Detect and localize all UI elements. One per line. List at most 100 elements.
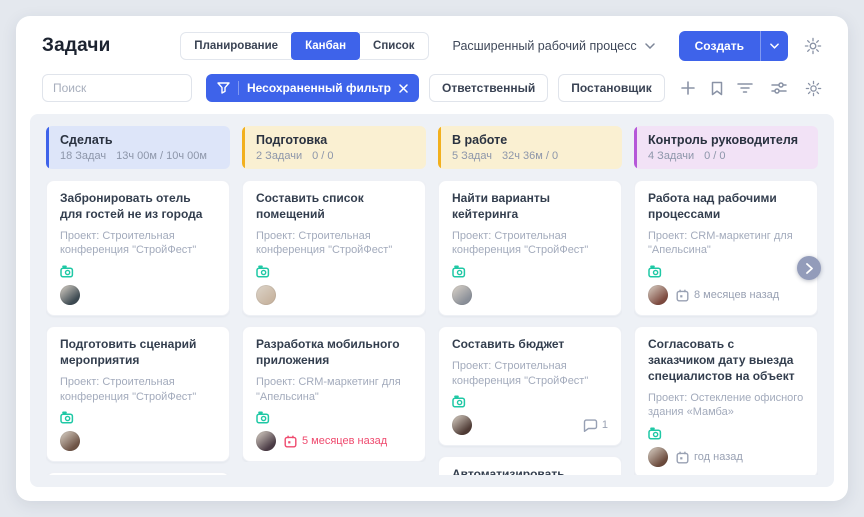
- assignee-avatar[interactable]: [452, 285, 472, 306]
- column-header[interactable]: В работе 5 Задач 32ч 36м / 0: [438, 126, 622, 169]
- task-footer: 1: [452, 415, 608, 436]
- plus-icon[interactable]: [680, 81, 695, 95]
- bookmark-icon[interactable]: [711, 81, 723, 96]
- calendar-icon: [676, 451, 689, 464]
- kanban-board: Сделать 18 Задач 13ч 00м / 10ч 00м Забро…: [30, 114, 834, 487]
- filter-creator-button[interactable]: Постановщик: [558, 74, 665, 102]
- active-filter-chip[interactable]: Несохраненный фильтр: [206, 74, 419, 102]
- kanban-column: Контроль руководителя 4 Задачи 0 / 0 Раб…: [634, 126, 818, 475]
- project-icon: [256, 265, 270, 278]
- task-title: Работа над рабочими процессами: [648, 191, 777, 221]
- assignee-avatar[interactable]: [256, 431, 276, 452]
- task-footer: 5 месяцев назад: [256, 431, 412, 452]
- chevron-down-icon: [770, 43, 779, 49]
- settings-gear-icon[interactable]: [804, 37, 822, 55]
- comment-icon: [583, 419, 598, 432]
- task-project: Проект: Строительная конференция "СтройФ…: [452, 359, 589, 387]
- search-input[interactable]: [42, 74, 192, 102]
- task-title: Составить список помещений: [256, 191, 364, 221]
- assignee-avatar[interactable]: [60, 285, 80, 306]
- column-title: В работе: [452, 133, 508, 147]
- filter-bar: Несохраненный фильтр Ответственный Поста…: [16, 70, 848, 114]
- column-time: 32ч 36м / 0: [501, 150, 559, 162]
- task-badges: [256, 410, 412, 424]
- column-task-count: 2 Задачи: [256, 150, 303, 162]
- column-header[interactable]: Сделать 18 Задач 13ч 00м / 10ч 00м: [46, 126, 230, 169]
- filter-responsible-button[interactable]: Ответственный: [428, 74, 549, 102]
- due-date-text: 8 месяцев назад: [694, 289, 780, 302]
- task-card[interactable]: Согласовать с заказчиком дату выезда спе…: [634, 326, 818, 475]
- chip-divider: [238, 81, 239, 95]
- filter-extra-icons: [680, 81, 723, 96]
- tab-list[interactable]: Список: [359, 32, 429, 60]
- project-icon: [60, 411, 74, 424]
- create-dropdown-button[interactable]: [760, 31, 788, 61]
- close-icon[interactable]: [399, 83, 408, 93]
- assignee-avatar[interactable]: [648, 285, 668, 306]
- due-date: 8 месяцев назад: [676, 289, 779, 302]
- task-card[interactable]: Автоматизировать коммуникации с клиентам…: [438, 456, 622, 475]
- column-header[interactable]: Подготовка 2 Задачи 0 / 0: [242, 126, 426, 169]
- assignee-avatar[interactable]: [60, 431, 80, 452]
- task-project: Проект: Строительная конференция "СтройФ…: [256, 229, 393, 257]
- column-stats: 4 Задачи 0 / 0: [648, 150, 806, 162]
- tasks-app-panel: Задачи Планирование Канбан Список Расшир…: [16, 16, 848, 501]
- task-badges: [452, 264, 608, 278]
- board-tools: [737, 80, 822, 97]
- project-icon: [256, 411, 270, 424]
- task-footer: [452, 285, 608, 306]
- topbar: Задачи Планирование Канбан Список Расшир…: [16, 16, 848, 70]
- task-card[interactable]: Найти варианты кейтеринга Проект: Строит…: [438, 180, 622, 317]
- project-icon: [60, 265, 74, 278]
- column-title: Контроль руководителя: [648, 133, 799, 147]
- column-cards: Забронировать отель для гостей не из гор…: [46, 180, 230, 475]
- kanban-column: Подготовка 2 Задачи 0 / 0 Составить спис…: [242, 126, 426, 475]
- project-icon: [648, 427, 662, 440]
- tab-kanban[interactable]: Канбан: [291, 32, 361, 60]
- assignee-avatar[interactable]: [648, 447, 668, 468]
- calendar-icon: [284, 435, 297, 448]
- due-date-text: год назад: [694, 451, 743, 464]
- assignee-avatar[interactable]: [452, 415, 472, 436]
- task-title: Подготовить сценарий мероприятия: [60, 337, 197, 367]
- task-card[interactable]: Разработка мобильного приложения Проект:…: [242, 326, 426, 463]
- column-time: 0 / 0: [312, 150, 334, 162]
- task-project: Проект: Строительная конференция "СтройФ…: [60, 375, 197, 403]
- project-icon: [452, 395, 466, 408]
- tab-planning[interactable]: Планирование: [180, 32, 293, 60]
- column-title: Сделать: [60, 133, 113, 147]
- create-button[interactable]: Создать: [678, 31, 760, 61]
- task-badges: [60, 410, 216, 424]
- workflow-selector[interactable]: Расширенный рабочий процесс: [453, 39, 655, 53]
- column-time: 0 / 0: [704, 150, 726, 162]
- tune-sliders-icon[interactable]: [771, 81, 787, 95]
- scroll-next-button[interactable]: [797, 256, 821, 280]
- task-card[interactable]: Составить список помещений Проект: Строи…: [242, 180, 426, 317]
- task-footer: год назад: [648, 447, 804, 468]
- task-title: Найти варианты кейтеринга: [452, 191, 550, 221]
- column-header[interactable]: Контроль руководителя 4 Задачи 0 / 0: [634, 126, 818, 169]
- column-cards: Составить список помещений Проект: Строи…: [242, 180, 426, 463]
- task-title: Составить бюджет: [452, 337, 565, 352]
- task-card[interactable]: Составить дизайн-проект Проект: Дизайн-п…: [46, 472, 230, 475]
- column-cards: Работа над рабочими процессами Проект: C…: [634, 180, 818, 475]
- task-project: Проект: CRM-маркетинг для "Апельсина": [648, 229, 793, 257]
- filter-lines-icon[interactable]: [737, 82, 753, 94]
- comments-count[interactable]: 1: [583, 419, 608, 432]
- task-card[interactable]: Составить бюджет Проект: Строительная ко…: [438, 326, 622, 447]
- due-date-text: 5 месяцев назад: [302, 435, 388, 448]
- task-card[interactable]: Забронировать отель для гостей не из гор…: [46, 180, 230, 317]
- create-split-button: Создать: [678, 31, 788, 61]
- view-switcher: Планирование Канбан Список: [180, 32, 429, 60]
- task-footer: [60, 431, 216, 452]
- assignee-avatar[interactable]: [256, 285, 276, 306]
- kanban-column: В работе 5 Задач 32ч 36м / 0 Найти вариа…: [438, 126, 622, 475]
- task-badges: [452, 394, 608, 408]
- task-card[interactable]: Подготовить сценарий мероприятия Проект:…: [46, 326, 230, 463]
- board-settings-gear-icon[interactable]: [805, 80, 822, 97]
- task-project: Проект: Строительная конференция "СтройФ…: [452, 229, 589, 257]
- chevron-down-icon: [644, 43, 655, 49]
- comments-number: 1: [601, 419, 608, 432]
- task-card[interactable]: Работа над рабочими процессами Проект: C…: [634, 180, 818, 317]
- column-title: Подготовка: [256, 133, 328, 147]
